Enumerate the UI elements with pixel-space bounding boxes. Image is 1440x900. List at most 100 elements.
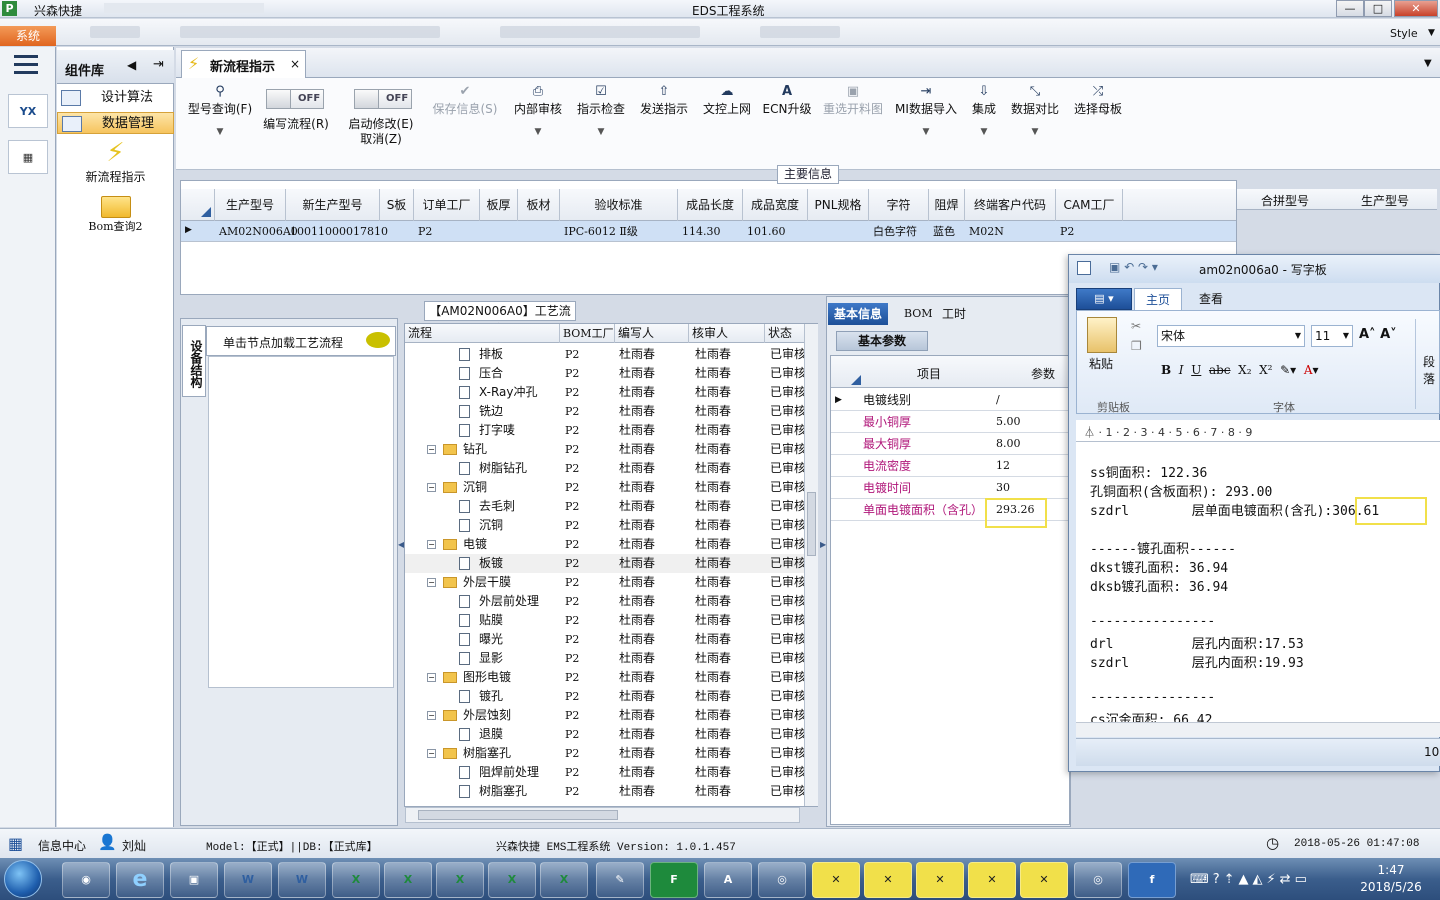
wordpad-menu-button[interactable]: ▤ ▾ [1076, 288, 1132, 310]
grow-font-icon[interactable]: A˄ A˅ [1359, 327, 1397, 342]
tab-close-icon[interactable]: × [290, 57, 300, 71]
excel-icon[interactable]: X [332, 862, 380, 898]
save-info-button[interactable]: ✔ 保存信息(S) [430, 84, 500, 117]
style-menu[interactable]: Style [1390, 27, 1418, 40]
basic-params-header[interactable]: 基本参数 [836, 331, 928, 351]
tree-row[interactable]: − 钻孔 P2 杜雨春 杜雨春 已审核 [405, 440, 805, 459]
system-menu-button[interactable]: 系统 [0, 26, 56, 46]
excel-icon[interactable]: X [384, 862, 432, 898]
col-header[interactable]: 流程 [405, 324, 560, 343]
col-header[interactable]: CAM工厂 [1056, 189, 1123, 221]
calculator-icon[interactable]: ▦ [8, 140, 48, 174]
collapse-icon[interactable]: − [427, 749, 436, 758]
hamburger-icon[interactable] [14, 55, 38, 75]
minimize-button[interactable]: — [1336, 0, 1364, 17]
tree-row[interactable]: 退膜 P2 杜雨春 杜雨春 已审核 [405, 725, 805, 744]
app-eye-icon[interactable]: ◎ [1074, 862, 1122, 898]
scroll-thumb[interactable] [807, 492, 816, 556]
col-header[interactable]: BOM工厂 [560, 324, 615, 343]
wordpad-task-icon[interactable]: A [704, 862, 752, 898]
tree-row[interactable]: 镀孔 P2 杜雨春 杜雨春 已审核 [405, 687, 805, 706]
maximize-button[interactable]: □ [1364, 0, 1392, 17]
tree-row[interactable]: 铣边 P2 杜雨春 杜雨春 已审核 [405, 402, 805, 421]
pin-icon[interactable]: ⇥ [153, 57, 164, 72]
col-header[interactable]: 项目 [917, 365, 941, 382]
tree-row[interactable]: 树脂塞孔 P2 杜雨春 杜雨春 已审核 [405, 782, 805, 801]
tree-row[interactable]: − 外层蚀刻 P2 杜雨春 杜雨春 已审核 [405, 706, 805, 725]
col-header[interactable]: 阻焊 [929, 189, 965, 221]
integrate-button[interactable]: ⇩ 集成 ▼ [966, 84, 1002, 140]
col-header[interactable]: 新生产型号 [286, 189, 380, 221]
tree-row[interactable]: X-Ray冲孔 P2 杜雨春 杜雨春 已审核 [405, 383, 805, 402]
info-center-link[interactable]: 信息中心 [38, 837, 86, 854]
word-doc-icon[interactable]: W [278, 862, 326, 898]
collapse-left-icon[interactable]: ◀ [127, 58, 136, 72]
param-row[interactable]: 最大铜厚 8.00 [831, 433, 1069, 455]
shell-app-icon[interactable]: ◉ [62, 862, 110, 898]
tray-icons[interactable]: ⌨?⇡▲◭⚡⇄▭ [1190, 872, 1311, 887]
check-instruction-button[interactable]: ☑ 指示检查 ▼ [574, 84, 628, 140]
edit-flow-toggle[interactable]: OFF [266, 89, 324, 109]
cam-app-icon[interactable]: ✕ [864, 862, 912, 898]
taskbar-clock[interactable]: 1:47 2018/5/26 [1346, 862, 1436, 896]
cam-app-icon[interactable]: ✕ [1020, 862, 1068, 898]
tree-horizontal-scrollbar[interactable] [405, 807, 800, 823]
send-instruction-button[interactable]: ⇧ 发送指示 [636, 84, 692, 117]
bom-query-item[interactable]: Bom查询2 [57, 196, 174, 234]
tree-row[interactable]: 显影 P2 杜雨春 杜雨春 已审核 [405, 649, 805, 668]
tree-row[interactable]: 沉铜 P2 杜雨春 杜雨春 已审核 [405, 516, 805, 535]
cam-app-icon[interactable]: ✕ [968, 862, 1016, 898]
tree-row[interactable]: − 电镀 P2 杜雨春 杜雨春 已审核 [405, 535, 805, 554]
tree-row[interactable]: 曝光 P2 杜雨春 杜雨春 已审核 [405, 630, 805, 649]
col-header[interactable]: 板厚 [480, 189, 518, 221]
tree-row[interactable]: − 沉铜 P2 杜雨春 杜雨春 已审核 [405, 478, 805, 497]
tree-row[interactable]: − 外层干膜 P2 杜雨春 杜雨春 已审核 [405, 573, 805, 592]
tree-row[interactable]: 板镀 P2 杜雨春 杜雨春 已审核 [405, 554, 805, 573]
tree-row[interactable]: 排板 P2 杜雨春 杜雨春 已审核 [405, 345, 805, 364]
col-header[interactable]: 状态 [765, 324, 805, 343]
component-item-data-management[interactable]: 数据管理 [57, 112, 174, 134]
word-doc-icon[interactable]: W [224, 862, 272, 898]
col-header[interactable]: 字符 [869, 189, 929, 221]
paint-icon[interactable]: ✎ [596, 862, 644, 898]
col-header[interactable]: 验收标准 [560, 189, 678, 221]
param-row[interactable]: 最小铜厚 5.00 [831, 411, 1069, 433]
col-header[interactable]: S板 [380, 189, 414, 221]
select-mother-board-button[interactable]: ⤮ 选择母板 [1070, 84, 1126, 117]
tab-work-hours[interactable]: 工时 [936, 303, 972, 325]
col-header[interactable]: 参数 [1031, 365, 1055, 382]
col-header[interactable]: 生产型号 [215, 189, 286, 221]
tree-row[interactable]: 阻焊前处理 P2 杜雨春 杜雨春 已审核 [405, 763, 805, 782]
col-header[interactable]: PNL规格 [808, 189, 869, 221]
internal-review-button[interactable]: ⎙ 内部审核 ▼ [510, 84, 566, 140]
start-edit-toggle[interactable]: OFF [354, 89, 412, 109]
col-header[interactable]: 编写人 [615, 324, 689, 343]
excel-icon[interactable]: X [540, 862, 588, 898]
ecn-upgrade-button[interactable]: A ECN升级 [760, 84, 814, 117]
tree-row[interactable]: 外层前处理 P2 杜雨春 杜雨春 已审核 [405, 592, 805, 611]
collapse-icon[interactable]: − [427, 540, 436, 549]
f-app-icon[interactable]: f [1128, 862, 1176, 898]
tab-device-structure[interactable]: 设备结构 [182, 325, 206, 397]
tab-view[interactable]: 查看 [1188, 288, 1234, 310]
font-size-select[interactable]: 11 ▼ [1311, 325, 1353, 347]
collapse-icon[interactable]: − [427, 578, 436, 587]
cam-app-icon[interactable]: ✕ [916, 862, 964, 898]
copy-icon[interactable]: ❐ [1131, 339, 1142, 353]
data-compare-button[interactable]: ⤡ 数据对比 ▼ [1008, 84, 1062, 140]
save-disk-icon[interactable]: ▣ [170, 862, 218, 898]
ie-browser-icon[interactable]: e [116, 862, 164, 898]
wordpad-horizontal-scrollbar[interactable] [1076, 722, 1440, 737]
reselect-drawing-button[interactable]: ▣ 重选开料图 [820, 84, 886, 117]
tree-row[interactable]: 去毛刺 P2 杜雨春 杜雨春 已审核 [405, 497, 805, 516]
scroll-thumb[interactable] [418, 810, 618, 820]
collapse-icon[interactable]: − [427, 445, 436, 454]
style-dropdown-icon[interactable]: ▼ [1428, 28, 1435, 38]
col-header[interactable]: 合拼型号 [1261, 192, 1309, 209]
tab-list-dropdown-icon[interactable]: ▼ [1424, 58, 1432, 69]
tab-new-flow[interactable]: ⚡ 新流程指示 × [181, 50, 306, 78]
tree-row[interactable]: 打字唛 P2 杜雨春 杜雨春 已审核 [405, 421, 805, 440]
col-header[interactable]: 板材 [518, 189, 560, 221]
quick-access-icons[interactable]: ▣ ↶ ↷ ▾ [1109, 260, 1158, 274]
component-item-design-algorithm[interactable]: 设计算法 [57, 87, 174, 109]
